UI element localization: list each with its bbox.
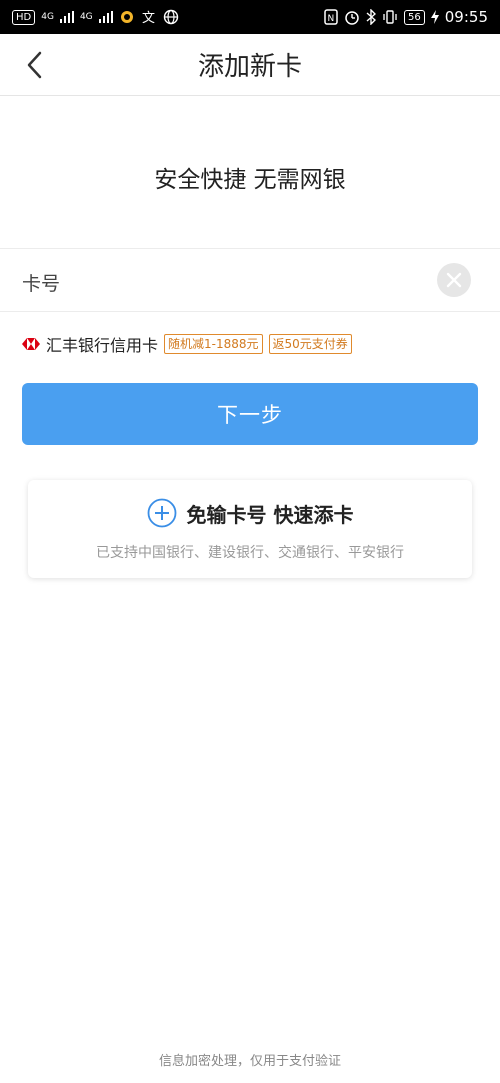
promo-tag-coupon: 返50元支付券	[268, 334, 352, 354]
network-type-2: 4G	[79, 12, 93, 22]
close-icon	[446, 272, 462, 288]
quick-add-title: 免输卡号 快速添卡	[186, 502, 354, 527]
svg-text:文: 文	[142, 11, 155, 25]
status-left: HD 4G 4G 文	[12, 9, 179, 25]
signal-icon	[98, 11, 113, 23]
hd-badge: HD	[12, 9, 36, 25]
nfc-icon: N	[324, 9, 338, 25]
bank-promo[interactable]: 汇丰银行信用卡 随机减1-1888元 返50元支付券	[22, 332, 352, 356]
clear-button[interactable]	[437, 263, 471, 297]
clock: 09:55	[444, 8, 488, 26]
alarm-icon	[345, 11, 359, 25]
translate-icon: 文	[142, 11, 155, 25]
slogan: 安全快捷 无需网银	[154, 167, 346, 193]
svg-text:N: N	[328, 14, 335, 24]
app-notification-icon	[120, 11, 133, 23]
signal-icon	[59, 11, 74, 23]
page-title: 添加新卡	[197, 52, 302, 82]
card-number-row: 卡号	[0, 248, 500, 312]
network-type-1: 4G	[41, 12, 54, 22]
back-button[interactable]	[20, 48, 52, 82]
supported-banks: 已支持中国银行、建设银行、交通银行、平安银行	[96, 545, 404, 561]
charging-icon	[430, 10, 439, 24]
battery-level: 56	[404, 9, 425, 25]
promo-tag-discount: 随机减1-1888元	[164, 334, 263, 354]
status-right: N 56 09:55	[324, 8, 488, 26]
quick-add-card[interactable]: 免输卡号 快速添卡 已支持中国银行、建设银行、交通银行、平安银行	[28, 480, 472, 578]
vibrate-icon	[383, 10, 397, 24]
bank-name: 汇丰银行信用卡	[46, 336, 159, 355]
back-arrow-icon	[27, 51, 42, 79]
status-bar: HD 4G 4G 文 N 56 09:55	[0, 0, 500, 34]
plus-circle-icon	[147, 498, 176, 528]
header: 添加新卡	[0, 34, 500, 96]
globe-icon	[163, 9, 178, 25]
bluetooth-icon	[366, 9, 377, 25]
quick-add-header: 免输卡号 快速添卡	[28, 498, 472, 528]
next-button[interactable]: 下一步	[22, 383, 478, 445]
hsbc-logo-icon	[22, 338, 40, 350]
card-number-input[interactable]	[100, 261, 424, 301]
security-note: 信息加密处理，仅用于支付验证	[158, 1054, 341, 1069]
card-number-label: 卡号	[22, 273, 61, 295]
